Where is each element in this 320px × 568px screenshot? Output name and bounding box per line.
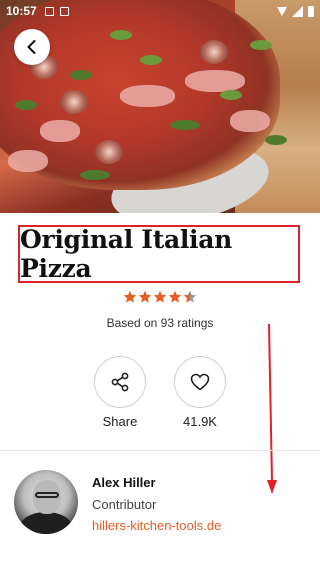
author-website-link[interactable]: hillers-kitchen-tools.de	[92, 518, 221, 533]
author-name[interactable]: Alex Hiller	[92, 475, 156, 490]
wifi-icon	[277, 6, 287, 16]
share-button[interactable]	[94, 356, 146, 408]
like-action[interactable]: 41.9K	[174, 356, 226, 429]
author-avatar[interactable]	[14, 470, 78, 534]
like-button[interactable]	[174, 356, 226, 408]
arugula-leaf	[170, 120, 200, 130]
arugula-leaf	[265, 135, 287, 145]
signal-icon	[292, 5, 303, 17]
arugula-leaf	[15, 100, 37, 110]
star-icon	[123, 290, 137, 303]
heart-icon	[190, 373, 210, 391]
rating-stars	[0, 290, 320, 304]
arugula-leaf	[140, 55, 162, 65]
share-action[interactable]: Share	[94, 356, 146, 429]
share-icon	[111, 372, 129, 392]
avatar-body	[20, 512, 72, 534]
prosciutto	[40, 120, 80, 142]
author-role: Contributor	[92, 497, 157, 512]
annotation-arrow	[267, 323, 277, 494]
back-button[interactable]	[14, 29, 50, 65]
arugula-leaf	[80, 170, 110, 180]
arugula-leaf	[70, 70, 92, 80]
fig-slice	[200, 40, 228, 64]
fig-slice	[95, 140, 123, 164]
star-icon	[138, 290, 152, 303]
notification-icon	[59, 6, 69, 16]
recipe-title: Original Italian Pizza	[20, 225, 233, 283]
image-icon	[44, 6, 54, 16]
section-divider	[0, 450, 320, 451]
star-icon	[183, 290, 197, 303]
star-icon	[153, 290, 167, 303]
avatar-glasses	[35, 492, 59, 498]
prosciutto	[230, 110, 270, 132]
status-time: 10:57	[6, 4, 37, 18]
arugula-leaf	[110, 30, 132, 40]
fig-slice	[60, 90, 88, 114]
arugula-leaf	[250, 40, 272, 50]
star-icon	[168, 290, 182, 303]
prosciutto	[120, 85, 175, 107]
status-bar: 10:57	[0, 0, 320, 22]
likes-count: 41.9K	[183, 414, 217, 429]
chevron-left-icon	[27, 40, 36, 54]
hero-image	[0, 0, 320, 213]
title-highlight-box: Original Italian Pizza	[18, 225, 300, 283]
share-label: Share	[102, 414, 138, 429]
prosciutto	[8, 150, 48, 172]
prosciutto	[185, 70, 245, 92]
arugula-leaf	[220, 90, 242, 100]
battery-icon	[308, 5, 314, 17]
